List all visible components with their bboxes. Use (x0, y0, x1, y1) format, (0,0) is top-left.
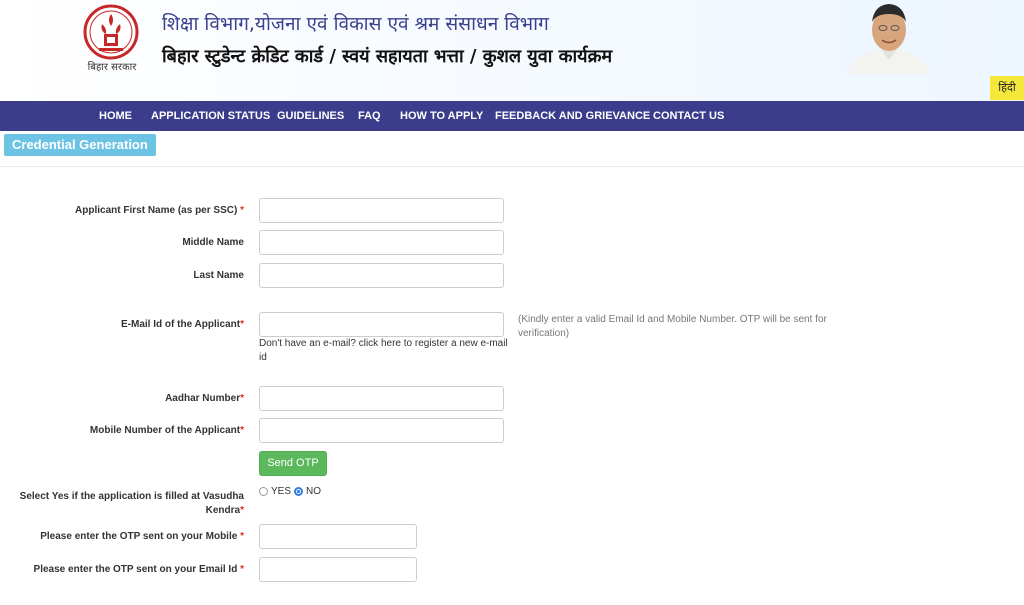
vasudha-radio-group: YES NO (259, 486, 321, 497)
mobile-input[interactable] (259, 418, 504, 443)
otp-mobile-label: Please enter the OTP sent on your Mobile… (40, 531, 244, 542)
section-divider (0, 166, 1024, 167)
nav-guidelines[interactable]: GUIDELINES (277, 101, 344, 131)
first-name-input[interactable] (259, 198, 504, 223)
middle-name-label: Middle Name (182, 237, 244, 248)
aadhar-label: Aadhar Number* (165, 393, 244, 404)
send-otp-button[interactable]: Send OTP (259, 451, 327, 476)
chief-minister-portrait (842, 0, 936, 74)
vasudha-no-label: NO (306, 486, 322, 497)
register-email-link[interactable]: Don't have an e-mail? click here to regi… (259, 337, 509, 365)
aadhar-input[interactable] (259, 386, 504, 411)
nav-how-to-apply[interactable]: HOW TO APPLY (400, 101, 483, 131)
first-name-label: Applicant First Name (as per SSC) * (75, 205, 244, 216)
nav-contact-us[interactable]: CONTACT US (653, 101, 724, 131)
otp-mobile-input[interactable] (259, 524, 417, 549)
nav-application-status[interactable]: APPLICATION STATUS (151, 101, 270, 131)
vasudha-kendra-label: Select Yes if the application is filled … (19, 491, 244, 516)
last-name-input[interactable] (259, 263, 504, 288)
nav-home[interactable]: HOME (99, 101, 132, 131)
otp-email-label: Please enter the OTP sent on your Email … (33, 564, 244, 575)
last-name-label: Last Name (193, 270, 244, 281)
nav-faq[interactable]: FAQ (358, 101, 381, 131)
email-label: E-Mail Id of the Applicant* (121, 319, 244, 330)
otp-email-input[interactable] (259, 557, 417, 582)
page-header: बिहार सरकार शिक्षा विभाग,योजना एवं विकास… (0, 0, 1024, 101)
mobile-label: Mobile Number of the Applicant* (89, 425, 244, 436)
vasudha-yes-label: YES (271, 486, 292, 497)
main-navigation: HOME APPLICATION STATUS GUIDELINES FAQ H… (0, 101, 1024, 131)
hindi-language-toggle[interactable]: हिंदी (990, 76, 1024, 100)
email-mobile-note: (Kindly enter a valid Email Id and Mobil… (518, 314, 827, 339)
scheme-title: बिहार स्टुडेन्ट क्रेडिट कार्ड / स्वयं सह… (162, 46, 613, 67)
department-title: शिक्षा विभाग,योजना एवं विकास एवं श्रम सं… (162, 13, 549, 35)
middle-name-input[interactable] (259, 230, 504, 255)
section-title: Credential Generation (4, 134, 156, 156)
nav-feedback-grievance[interactable]: FEEDBACK AND GRIEVANCE (495, 101, 650, 131)
emblem-caption: बिहार सरकार (87, 62, 137, 73)
vasudha-no-radio[interactable] (294, 487, 304, 496)
vasudha-yes-radio[interactable] (259, 487, 268, 496)
email-input[interactable] (259, 312, 504, 337)
